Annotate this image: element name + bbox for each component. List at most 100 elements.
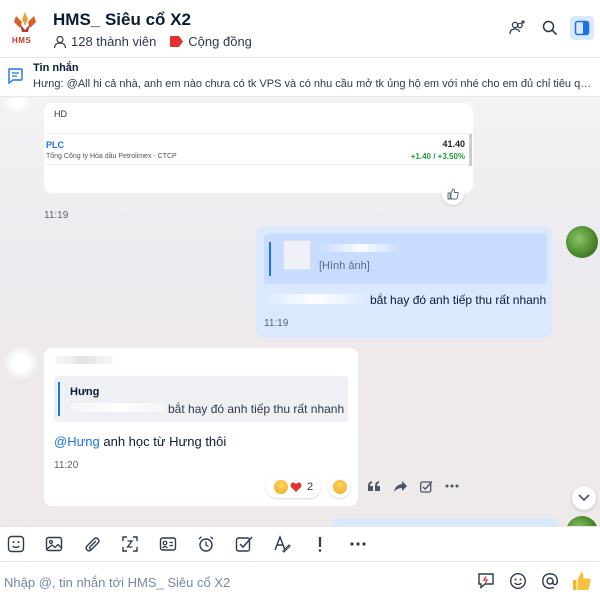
- quote-bar: [269, 242, 271, 276]
- alarm-clock-icon: [198, 535, 214, 552]
- quote-bar: [58, 382, 60, 416]
- message-time: 11:20: [54, 460, 79, 471]
- image-icon: [45, 536, 63, 551]
- stock-row[interactable]: PLC Tổng Công ty Hóa dầu Petrolimex - CT…: [44, 133, 473, 166]
- message-actions: [366, 478, 460, 494]
- search-button[interactable]: [538, 16, 562, 40]
- more-tools-button[interactable]: [347, 533, 369, 555]
- mention-button[interactable]: [540, 571, 560, 591]
- message-input[interactable]: [4, 571, 444, 593]
- member-count[interactable]: 128 thành viên: [71, 34, 156, 49]
- sender-name: [54, 356, 114, 364]
- sidebar-toggle-icon: [574, 20, 590, 36]
- pinned-message-bar[interactable]: Tin nhắn Hưng: @All hi cả nhà, anh em nà…: [0, 59, 600, 97]
- message-list[interactable]: HD PLC Tổng Công ty Hóa dầu Petrolimex -…: [0, 98, 600, 526]
- add-reaction-button[interactable]: [328, 475, 351, 498]
- own-avatar[interactable]: [566, 516, 598, 526]
- stock-scrollbar: [469, 134, 472, 166]
- forward-icon: [393, 480, 407, 492]
- stock-share-message[interactable]: HD PLC Tổng Công ty Hóa dầu Petrolimex -…: [44, 103, 473, 193]
- sender-avatar[interactable]: [0, 98, 34, 112]
- react-button[interactable]: [442, 183, 464, 205]
- message-composer: [0, 561, 600, 600]
- task-check-icon: [235, 535, 253, 552]
- contact-card-icon: [159, 536, 177, 551]
- forward-button[interactable]: [392, 478, 408, 494]
- stock-symbol: PLC: [46, 140, 64, 150]
- mention-blurred: [262, 294, 370, 304]
- stock-card-label: HD: [54, 109, 67, 119]
- quoted-image-label: [Hình ảnh]: [319, 260, 370, 272]
- message-time: 11:19: [264, 318, 289, 329]
- outgoing-message[interactable]: [Hình ảnh] bắt hay đó anh tiếp thu rất n…: [256, 226, 552, 338]
- mention-blurred: [70, 403, 166, 412]
- stock-company: Tổng Công ty Hóa dầu Petrolimex - CTCP: [46, 153, 177, 160]
- laugh-emoji-icon: [274, 479, 288, 494]
- quoted-text: bắt hay đó anh tiếp thu rất nhanh: [168, 402, 345, 416]
- paperclip-icon: [85, 536, 100, 552]
- format-text-icon: [274, 534, 291, 553]
- own-avatar[interactable]: [566, 226, 598, 258]
- composer-toolbar: [0, 526, 600, 560]
- community-tag-icon: [170, 36, 184, 47]
- mention-link[interactable]: @Hưng: [54, 434, 100, 449]
- thumbs-up-icon: [573, 572, 591, 590]
- emoji-icon: [509, 572, 527, 590]
- attach-file-button[interactable]: [81, 533, 103, 555]
- message-icon: [8, 68, 23, 85]
- text-format-button[interactable]: [271, 533, 293, 555]
- group-name[interactable]: HMS_ Siêu cổ X2: [53, 10, 191, 30]
- reaction-summary[interactable]: 2: [266, 475, 322, 498]
- stock-change: +1.40 / +3.50%: [410, 152, 465, 161]
- message-body: anh học từ Hưng thôi: [99, 434, 227, 449]
- search-icon: [542, 20, 558, 36]
- outgoing-message[interactable]: [332, 518, 558, 526]
- screenshot-icon: [122, 535, 138, 552]
- heart-emoji-icon: [290, 481, 302, 492]
- more-icon: [350, 541, 366, 546]
- assign-task-button[interactable]: [233, 533, 255, 555]
- sticker-icon: [7, 535, 25, 552]
- quoted-sender-name: Hưng: [70, 386, 100, 398]
- chat-header: HMS HMS_ Siêu cổ X2 128 thành viên Cộng …: [0, 0, 600, 58]
- chevron-down-icon: [578, 494, 590, 502]
- mark-important-button[interactable]: [309, 533, 331, 555]
- message-text: @Hưng anh học từ Hưng thôi: [54, 434, 226, 449]
- capture-button[interactable]: [119, 533, 141, 555]
- more-icon: [445, 484, 459, 488]
- image-button[interactable]: [43, 533, 65, 555]
- quoted-image-thumbnail: [283, 240, 311, 270]
- sidebar-toggle-button[interactable]: [570, 16, 594, 40]
- quick-like-button[interactable]: [572, 571, 592, 591]
- quote-button[interactable]: [366, 478, 382, 494]
- more-options-button[interactable]: [444, 478, 460, 494]
- reminder-button[interactable]: [195, 533, 217, 555]
- group-meta: 128 thành viên Cộng đồng: [53, 34, 252, 49]
- message-text: bắt hay đó anh tiếp thu rất nhanh: [370, 293, 547, 307]
- task-icon: [419, 480, 433, 493]
- message-time: 11:19: [44, 210, 69, 221]
- quote-icon: [368, 481, 380, 491]
- group-avatar[interactable]: HMS: [8, 10, 42, 48]
- business-card-button[interactable]: [157, 533, 179, 555]
- at-sign-icon: [542, 573, 559, 589]
- laugh-emoji-icon: [332, 479, 347, 494]
- scroll-to-bottom-button[interactable]: [572, 486, 596, 510]
- quoted-reply[interactable]: Hưng bắt hay đó anh tiếp thu rất nhanh: [54, 376, 348, 422]
- quoted-reply[interactable]: [Hình ảnh]: [264, 234, 547, 284]
- quoted-sender-name: [319, 244, 403, 252]
- pinned-title: Tin nhắn: [33, 62, 79, 74]
- quick-message-icon: [478, 573, 494, 590]
- member-icon: [53, 35, 67, 48]
- reaction-count: 2: [307, 480, 314, 493]
- logo-text: HMS: [12, 36, 32, 45]
- pinned-text: Hưng: @All hi cả nhà, anh em nào chưa có…: [33, 78, 593, 90]
- stock-price: 41.40: [442, 139, 465, 149]
- quick-message-button[interactable]: [476, 571, 496, 591]
- add-task-button[interactable]: [418, 478, 434, 494]
- emoji-button[interactable]: [508, 571, 528, 591]
- community-label[interactable]: Cộng đồng: [188, 34, 252, 49]
- add-member-button[interactable]: [506, 16, 530, 40]
- sender-avatar[interactable]: [2, 346, 40, 380]
- sticker-button[interactable]: [5, 533, 27, 555]
